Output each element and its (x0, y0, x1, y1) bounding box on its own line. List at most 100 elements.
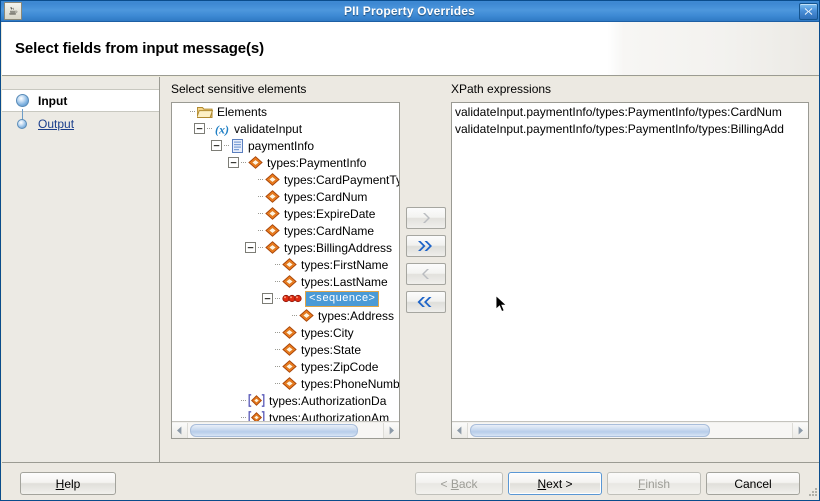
sidebar-item-output[interactable]: Output (2, 112, 159, 135)
element-icon (282, 275, 297, 288)
tree-collapse-toggle-icon[interactable] (244, 241, 257, 254)
tree-item[interactable]: types:AuthorizationAm (172, 409, 399, 421)
sidebar-item-label: Input (38, 93, 68, 108)
dialog-content: Input Output Select sensitive elements X… (2, 77, 819, 462)
next-button[interactable]: Next > (508, 472, 602, 495)
tree-item[interactable]: types:City (172, 324, 399, 341)
tree-connector-line (258, 196, 264, 197)
element-icon (265, 241, 280, 254)
attribute-icon (248, 411, 265, 421)
tree-item[interactable]: types:Address (172, 307, 399, 324)
remove-all-button[interactable] (406, 291, 446, 313)
tree-item-label: types:LastName (301, 274, 388, 289)
tree-item[interactable]: types:LastName (172, 273, 399, 290)
tree-collapse-toggle-icon[interactable] (227, 156, 240, 169)
tree-connector-line (241, 162, 247, 163)
tree-item[interactable]: types:CardNum (172, 188, 399, 205)
transfer-button-group (406, 207, 446, 319)
scroll-left-arrow-icon[interactable] (452, 422, 467, 438)
tree-item-label: <sequence> (305, 290, 380, 307)
variable-x-icon: (x) (214, 122, 230, 136)
scrollbar-track[interactable] (467, 422, 793, 438)
tree-item[interactable]: (x) validateInput (172, 120, 399, 137)
element-icon (265, 190, 280, 203)
tree-collapse-toggle-icon[interactable] (261, 292, 274, 305)
element-icon (282, 258, 297, 271)
tree-item-label: types:CardName (284, 223, 375, 238)
svg-text:(x): (x) (215, 122, 229, 136)
tree-item-label: types:PaymentInfo (267, 155, 367, 170)
page-title: Select fields from input message(s) (15, 40, 265, 57)
tree-horizontal-scrollbar[interactable] (172, 421, 399, 438)
xpath-expressions-list[interactable]: validateInput.paymentInfo/types:PaymentI… (451, 102, 809, 439)
sidebar-item-input[interactable]: Input (2, 89, 159, 112)
tree-item-label: types:CardPaymentTy (284, 172, 399, 187)
tree-connector-line (275, 383, 281, 384)
help-button[interactable]: Help (20, 472, 116, 495)
tree-connector-line (241, 417, 247, 418)
xpath-list-item[interactable]: validateInput.paymentInfo/types:PaymentI… (452, 104, 808, 121)
resize-grip-icon[interactable] (806, 486, 818, 498)
scrollbar-thumb[interactable] (470, 423, 710, 437)
back-button[interactable]: < Back (415, 472, 503, 495)
element-icon (265, 207, 280, 220)
tree-connector-line (241, 400, 247, 401)
tree-item[interactable]: types:CardPaymentTy (172, 171, 399, 188)
tree-item[interactable]: types:CardName (172, 222, 399, 239)
tree-item-label: types:State (301, 342, 362, 357)
message-doc-icon (231, 138, 244, 153)
scrollbar-track[interactable] (187, 422, 384, 438)
scroll-right-arrow-icon[interactable] (793, 422, 808, 438)
tree-item[interactable]: types:FirstName (172, 256, 399, 273)
tree-item[interactable]: paymentInfo (172, 137, 399, 154)
attribute-icon (248, 394, 265, 407)
remove-one-button[interactable] (406, 263, 446, 285)
finish-button[interactable]: Finish (607, 472, 701, 495)
close-icon[interactable] (799, 2, 818, 20)
tree-collapse-toggle-icon[interactable] (193, 122, 206, 135)
tree-item[interactable]: types:State (172, 341, 399, 358)
tree-item-selected[interactable]: <sequence> (172, 290, 399, 307)
tree-connector-line (275, 298, 281, 299)
tree-collapse-toggle-icon[interactable] (210, 139, 223, 152)
tree-connector-line (275, 349, 281, 350)
window-title: PII Property Overrides (343, 4, 476, 18)
tree-connector-line (275, 264, 281, 265)
element-icon (248, 156, 263, 169)
add-all-button[interactable] (406, 235, 446, 257)
tree-connector-line (258, 230, 264, 231)
tree-item[interactable]: types:PaymentInfo (172, 154, 399, 171)
xpath-list-item[interactable]: validateInput.paymentInfo/types:PaymentI… (452, 121, 808, 138)
tree-item[interactable]: types:ZipCode (172, 358, 399, 375)
sequence-dots-icon (282, 293, 302, 304)
element-icon (282, 360, 297, 373)
tree-item[interactable]: types:BillingAddress (172, 239, 399, 256)
sensitive-elements-tree[interactable]: Elements (x) validateInput paymentInfo types… (171, 102, 400, 439)
tree-item-label: Elements (217, 104, 268, 119)
step-bullet-icon (16, 94, 29, 107)
tree-connector-line (224, 145, 230, 146)
add-one-button[interactable] (406, 207, 446, 229)
tree-item[interactable]: types:ExpireDate (172, 205, 399, 222)
scroll-left-arrow-icon[interactable] (172, 422, 187, 438)
scrollbar-thumb[interactable] (190, 423, 358, 437)
tree-connector-line (258, 213, 264, 214)
tree-connector-line (275, 366, 281, 367)
tree-connector-line (275, 332, 281, 333)
dialog-window: PII Property Overrides Select fields fro… (0, 0, 820, 501)
element-icon (282, 343, 297, 356)
tree-item[interactable]: types:AuthorizationDa (172, 392, 399, 409)
title-bar[interactable]: PII Property Overrides (1, 1, 819, 22)
tree-item-label: types:BillingAddress (284, 240, 393, 255)
tree-item-label: validateInput (234, 121, 303, 136)
xpath-horizontal-scrollbar[interactable] (452, 421, 808, 438)
scroll-right-arrow-icon[interactable] (384, 422, 399, 438)
cancel-button[interactable]: Cancel (706, 472, 800, 495)
tree-item[interactable]: Elements (172, 103, 399, 120)
tree-item[interactable]: types:PhoneNumb (172, 375, 399, 392)
